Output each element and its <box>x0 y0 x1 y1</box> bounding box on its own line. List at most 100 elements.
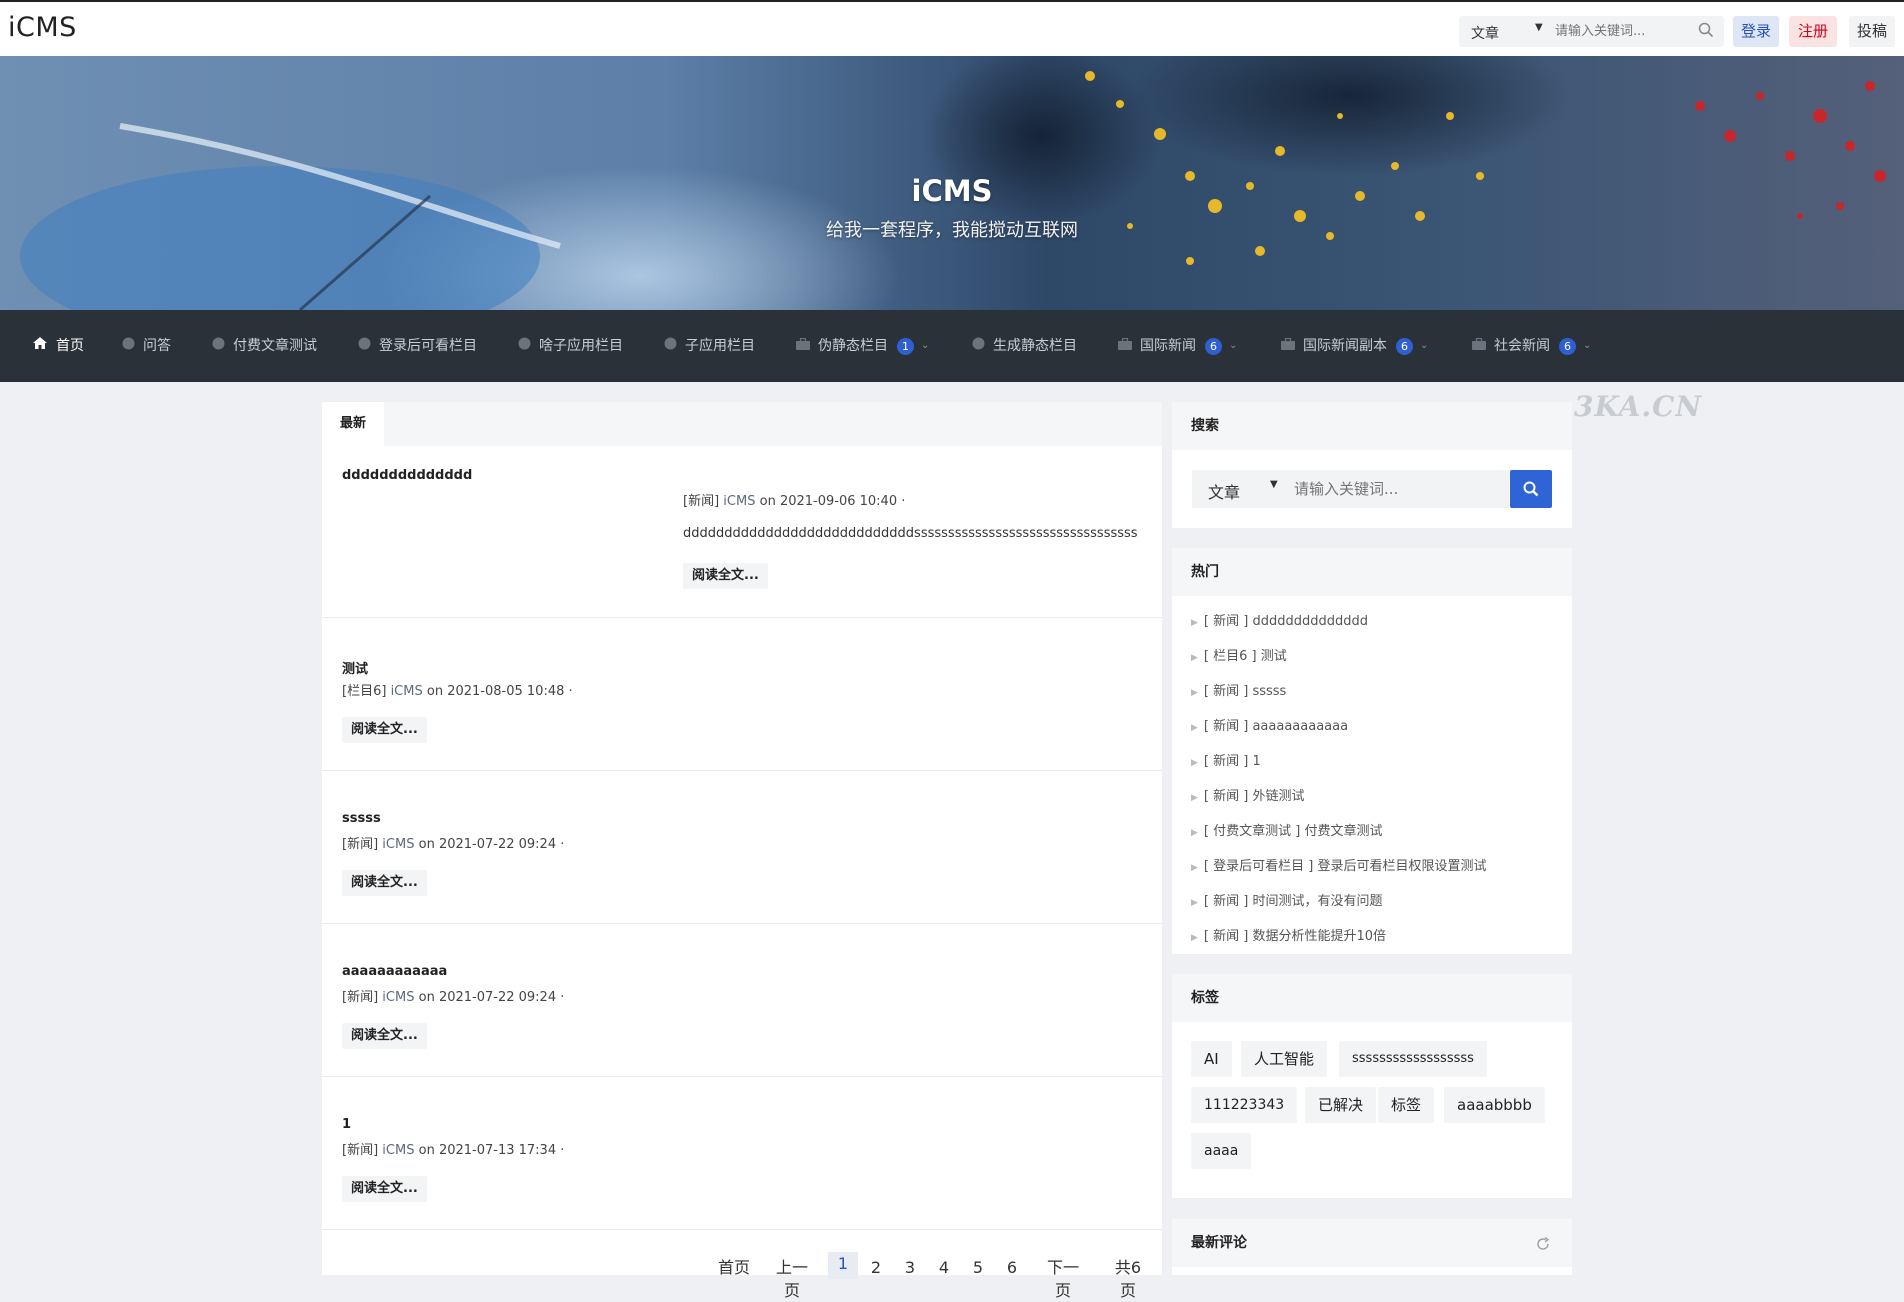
hot-item-label[interactable]: [ 付费文章测试 ] 付费文章测试 <box>1204 824 1383 839</box>
side-search-button[interactable] <box>1510 470 1552 508</box>
hot-list-item[interactable]: ▶ [ 新闻 ] sssss <box>1191 680 1286 699</box>
side-search-type-select[interactable]: 文章 <box>1208 479 1240 503</box>
nav-item-paid-articles[interactable]: 付费文章测试 <box>212 310 317 382</box>
login-button[interactable]: 登录 <box>1733 16 1779 47</box>
nav-item-static[interactable]: 生成静态栏目 <box>972 310 1077 382</box>
article-category[interactable]: [栏目6] <box>342 684 386 699</box>
hot-item-label[interactable]: [ 新闻 ] dddddddddddddd <box>1204 614 1368 629</box>
pager-page[interactable]: 4 <box>934 1256 954 1279</box>
tab-latest[interactable]: 最新 <box>322 402 384 446</box>
tag-item[interactable]: 标签 <box>1378 1087 1435 1123</box>
side-search-input[interactable] <box>1294 478 1494 500</box>
article-separator: · <box>901 494 906 509</box>
panel-title: 热门 <box>1172 548 1572 596</box>
article-separator: · <box>560 990 565 1005</box>
read-more-button[interactable]: 阅读全文... <box>342 870 427 896</box>
tag-item[interactable]: AI <box>1191 1041 1232 1077</box>
home-icon <box>32 310 48 382</box>
caret-down-icon[interactable]: ▼ <box>1270 479 1278 490</box>
read-more-button[interactable]: 阅读全文... <box>342 1176 427 1202</box>
article-title[interactable]: 测试 <box>342 658 368 677</box>
top-search-input[interactable] <box>1555 20 1685 42</box>
count-badge: 1 <box>897 337 914 355</box>
hot-list-item[interactable]: ▶ [ 新闻 ] 数据分析性能提升10倍 <box>1191 925 1386 944</box>
contribute-button[interactable]: 投稿 <box>1849 16 1895 47</box>
chevron-down-icon[interactable]: ⌄ <box>1229 310 1237 382</box>
hot-item-label[interactable]: [ 新闻 ] 数据分析性能提升10倍 <box>1204 929 1386 944</box>
nav-item-login-only[interactable]: 登录后可看栏目 <box>358 310 477 382</box>
nav-item-social-news[interactable]: 社会新闻 6 ⌄ <box>1472 310 1591 382</box>
read-more-button[interactable]: 阅读全文... <box>342 1023 427 1049</box>
hot-list-item[interactable]: ▶ [ 新闻 ] 1 <box>1191 750 1261 769</box>
article-category[interactable]: [新闻] <box>683 494 719 509</box>
hot-item-label[interactable]: [ 新闻 ] 时间测试，有没有问题 <box>1204 894 1383 909</box>
site-logo[interactable]: iCMS <box>8 12 77 43</box>
pager-page[interactable]: 2 <box>866 1256 886 1279</box>
search-icon <box>1523 481 1539 497</box>
pager-prev[interactable]: 上一页 <box>770 1256 814 1300</box>
chevron-down-icon[interactable]: ⌄ <box>1420 310 1428 382</box>
tags-panel: 标签 AI 人工智能 ssssssssssssssssss 111223343 … <box>1172 974 1572 1198</box>
article-author[interactable]: iCMS <box>723 494 755 509</box>
banner-subtitle: 给我一套程序，我能搅动互联网 <box>826 220 1078 241</box>
pager-first[interactable]: 首页 <box>717 1256 751 1279</box>
hot-list-item[interactable]: ▶ [ 新闻 ] 外链测试 <box>1191 785 1304 804</box>
hot-item-label[interactable]: [ 登录后可看栏目 ] 登录后可看栏目权限设置测试 <box>1204 859 1487 874</box>
hot-list-item[interactable]: ▶ [ 付费文章测试 ] 付费文章测试 <box>1191 820 1382 839</box>
article-author[interactable]: iCMS <box>391 684 423 699</box>
briefcase-icon <box>1118 310 1132 382</box>
tag-item[interactable]: aaaabbbb <box>1444 1087 1545 1123</box>
top-search-type-select[interactable]: 文章 <box>1471 23 1499 43</box>
search-icon[interactable] <box>1698 22 1714 42</box>
nav-item-qa[interactable]: 问答 <box>122 310 171 382</box>
article-author[interactable]: iCMS <box>382 837 414 852</box>
hero-banner: iCMS 给我一套程序，我能搅动互联网 <box>0 56 1904 310</box>
article-title[interactable]: dddddddddddddd <box>342 468 472 483</box>
hot-list-item[interactable]: ▶ [ 登录后可看栏目 ] 登录后可看栏目权限设置测试 <box>1191 855 1486 874</box>
tag-item[interactable]: ssssssssssssssssss <box>1339 1041 1487 1077</box>
article-meta: [新闻] iCMS on 2021-07-22 09:24 · <box>342 833 564 852</box>
chevron-down-icon[interactable]: ⌄ <box>1583 310 1591 382</box>
nav-item-pseudo-static[interactable]: 伪静态栏目 1 ⌄ <box>796 310 929 382</box>
comments-panel: 最新评论 <box>1172 1219 1572 1275</box>
caret-right-icon: ▶ <box>1191 688 1198 698</box>
tag-item[interactable]: 已解决 <box>1305 1087 1377 1123</box>
nav-item-home[interactable]: 首页 <box>32 310 84 382</box>
caret-right-icon: ▶ <box>1191 828 1198 838</box>
hot-list-item[interactable]: ▶ [ 新闻 ] 时间测试，有没有问题 <box>1191 890 1382 909</box>
pager-page[interactable]: 5 <box>968 1256 988 1279</box>
hot-item-label[interactable]: [ 新闻 ] aaaaaaaaaaaa <box>1204 719 1348 734</box>
hot-list-item[interactable]: ▶ [ 栏目6 ] 测试 <box>1191 645 1287 664</box>
article-author[interactable]: iCMS <box>382 990 414 1005</box>
nav-item-app-column[interactable]: 啥子应用栏目 <box>518 310 623 382</box>
article-author[interactable]: iCMS <box>382 1143 414 1158</box>
hot-item-label[interactable]: [ 栏目6 ] 测试 <box>1204 649 1287 664</box>
tag-item[interactable]: 111223343 <box>1191 1087 1298 1123</box>
hot-item-label[interactable]: [ 新闻 ] sssss <box>1204 684 1286 699</box>
pager-page[interactable]: 3 <box>900 1256 920 1279</box>
article-category[interactable]: [新闻] <box>342 990 378 1005</box>
pager-page[interactable]: 6 <box>1002 1256 1022 1279</box>
nav-item-intl-news-copy[interactable]: 国际新闻副本 6 ⌄ <box>1281 310 1428 382</box>
register-button[interactable]: 注册 <box>1789 16 1837 47</box>
article-category[interactable]: [新闻] <box>342 1143 378 1158</box>
caret-right-icon: ▶ <box>1191 933 1198 943</box>
refresh-icon[interactable] <box>1536 1236 1550 1255</box>
nav-item-intl-news[interactable]: 国际新闻 6 ⌄ <box>1118 310 1237 382</box>
read-more-button[interactable]: 阅读全文... <box>342 717 427 743</box>
tag-item[interactable]: aaaa <box>1191 1133 1252 1169</box>
hot-list-item[interactable]: ▶ [ 新闻 ] aaaaaaaaaaaa <box>1191 715 1348 734</box>
article-category[interactable]: [新闻] <box>342 837 378 852</box>
read-more-button[interactable]: 阅读全文... <box>683 563 768 589</box>
pager-next[interactable]: 下一页 <box>1040 1256 1086 1300</box>
article-title[interactable]: 1 <box>342 1117 351 1132</box>
caret-down-icon[interactable]: ▼ <box>1535 22 1543 33</box>
chevron-down-icon[interactable]: ⌄ <box>921 310 929 382</box>
article-title[interactable]: sssss <box>342 811 381 826</box>
tag-item[interactable]: 人工智能 <box>1241 1041 1328 1077</box>
hot-list-item[interactable]: ▶ [ 新闻 ] dddddddddddddd <box>1191 610 1368 629</box>
hot-item-label[interactable]: [ 新闻 ] 1 <box>1204 754 1261 769</box>
hot-item-label[interactable]: [ 新闻 ] 外链测试 <box>1204 789 1305 804</box>
article-title[interactable]: aaaaaaaaaaaa <box>342 964 447 979</box>
nav-item-sub-app[interactable]: 子应用栏目 <box>664 310 755 382</box>
